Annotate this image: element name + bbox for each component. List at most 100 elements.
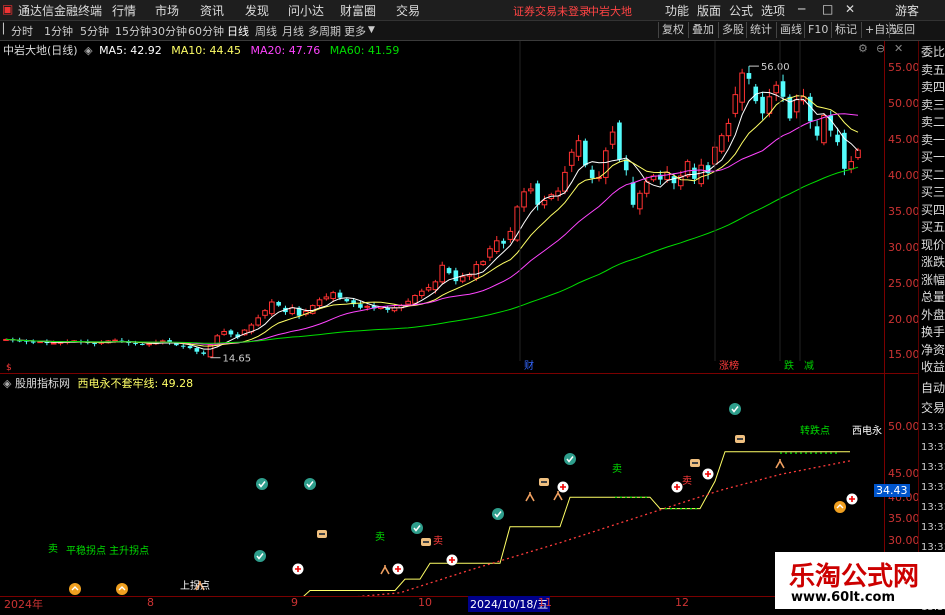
candle [609, 126, 616, 150]
btn-mark[interactable]: 标记 [831, 22, 860, 38]
money-bag-icon [735, 435, 745, 443]
candle [358, 300, 363, 310]
xtick: 12 [675, 596, 689, 609]
menu-quotes[interactable]: 行情 [112, 2, 136, 19]
trend-dotted-line [357, 460, 851, 596]
period-1min[interactable]: 1分钟 [44, 23, 73, 39]
guest-user[interactable]: 游客 [895, 2, 919, 19]
candle [807, 93, 813, 129]
period-monthly[interactable]: 月线 [282, 23, 304, 39]
auto-trade-label[interactable]: 自动 [921, 381, 945, 395]
sell-person-icon [775, 459, 785, 469]
candle [725, 118, 732, 142]
menu-layout[interactable]: 版面 [697, 2, 721, 19]
quote-field: 现价 [921, 237, 945, 252]
period-5min[interactable]: 5分钟 [80, 23, 109, 39]
period-timeshare[interactable]: 分时 [11, 23, 33, 39]
pivot-label: 平稳拐点 主升拐点 [66, 544, 149, 557]
candle [439, 261, 446, 285]
menu-ask[interactable]: 问小达 [288, 2, 324, 19]
restore-icon[interactable]: □ [822, 2, 833, 16]
menu-options[interactable]: 选项 [761, 2, 785, 19]
period-30min[interactable]: 30分钟 [151, 23, 187, 39]
svg-text:财: 财 [524, 359, 534, 372]
reduce-holding-icon[interactable]: 减 [799, 41, 814, 372]
candle [617, 120, 622, 162]
candle [453, 267, 459, 285]
menu-discover[interactable]: 发现 [245, 2, 269, 19]
ma20-line [5, 113, 859, 345]
candle [507, 227, 514, 243]
money-bag-icon [317, 530, 327, 538]
stock-name-title: 中岩大地 [588, 5, 632, 18]
btn-draw-line[interactable]: 画线 [776, 22, 805, 38]
period-15min[interactable]: 15分钟 [115, 23, 151, 39]
menu-trade[interactable]: 交易 [396, 2, 420, 19]
add-position-icon [292, 563, 304, 575]
money-bag-icon [421, 538, 431, 546]
candle [555, 187, 561, 201]
period-multi[interactable]: 多周期 [308, 23, 341, 39]
period-more[interactable]: 更多 [344, 23, 366, 39]
warning-up-icon [834, 501, 846, 513]
ytick: 25.00 [888, 277, 920, 290]
period-daily[interactable]: 日线 [227, 23, 249, 39]
period-weekly[interactable]: 周线 [255, 23, 277, 39]
candle [344, 297, 350, 303]
quote-field: 外盘 [921, 307, 945, 322]
candlestick-chart[interactable]: 56.00 14.65 财 涨榜 跌减 $ [0, 41, 884, 373]
btn-overlay[interactable]: 叠加 [688, 22, 717, 38]
main-y-axis: 55.00 50.00 45.00 40.00 35.00 30.00 25.0… [884, 41, 920, 373]
candle [385, 305, 390, 313]
watermark-title: 乐淘公式网 [789, 562, 920, 592]
candle [835, 127, 840, 146]
candle [568, 148, 575, 173]
menu-news[interactable]: 资讯 [200, 2, 224, 19]
collapse-icon[interactable]: ▏ [3, 24, 11, 35]
candle [221, 328, 227, 336]
minimize-icon[interactable]: ─ [798, 2, 805, 16]
period-toolbar: ▏ 分时 1分钟 5分钟 15分钟 30分钟 60分钟 日线 周线 月线 多周期… [0, 21, 945, 41]
btn-f10[interactable]: F10 [804, 22, 831, 38]
quote-field: 买四 [921, 202, 945, 217]
ytick: 40.00 [888, 169, 920, 182]
ytick: 45.00 [888, 467, 920, 480]
candle [637, 190, 643, 215]
candle [732, 86, 739, 118]
menu-market[interactable]: 市场 [155, 2, 179, 19]
login-notice[interactable]: 证券交易未登录 [513, 3, 590, 19]
dividend-icon[interactable]: $ [6, 363, 12, 373]
candle [739, 68, 745, 111]
more-dropdown-icon[interactable]: ▼ [368, 25, 375, 35]
menu-formula[interactable]: 公式 [729, 2, 753, 19]
candle [316, 297, 323, 309]
buy-check-icon [729, 403, 741, 415]
menu-function[interactable]: 功能 [665, 2, 689, 19]
period-60min[interactable]: 60分钟 [188, 23, 224, 39]
candle [255, 314, 261, 327]
btn-statistics[interactable]: 统计 [746, 22, 775, 38]
time-label: 13:31 [921, 502, 945, 513]
btn-restore-rights[interactable]: 复权 [658, 22, 687, 38]
candle [583, 138, 588, 168]
quote-field: 涨幅 [921, 272, 945, 287]
quote-field: 买三 [921, 185, 945, 199]
time-label: 13:31 [921, 442, 945, 453]
quote-field: 卖四 [921, 80, 945, 94]
candle [650, 173, 657, 182]
close-icon[interactable]: ✕ [845, 2, 855, 16]
add-position-icon [446, 554, 458, 566]
ytick: 15.00 [888, 348, 920, 361]
ytick: 30.00 [888, 534, 920, 547]
candle [180, 344, 186, 349]
menu-wealth[interactable]: 财富圈 [340, 2, 376, 19]
xtick: 11 [538, 596, 552, 609]
xtick: 2024年 [4, 598, 43, 611]
btn-multi-stock[interactable]: 多股 [718, 22, 747, 38]
auto-trade-label[interactable]: 交易 [921, 401, 945, 415]
quote-field: 买二 [921, 167, 945, 182]
candle [718, 133, 725, 154]
btn-back[interactable]: 返回 [889, 22, 918, 38]
candle [603, 147, 609, 185]
indicator-chart[interactable]: 卖卖卖卖卖西电永转跌点上拐点平稳拐点 主升拐点 [0, 374, 884, 596]
